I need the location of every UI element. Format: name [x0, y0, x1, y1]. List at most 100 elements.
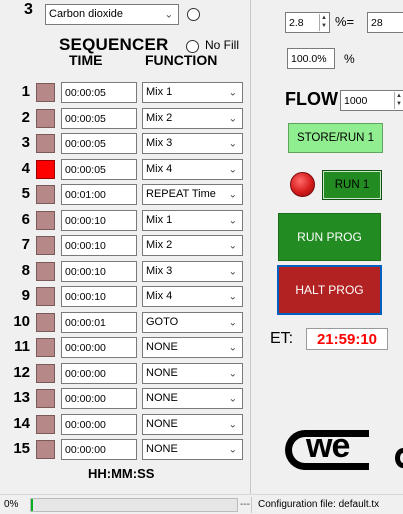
- row-function-select[interactable]: REPEAT Time ⌄: [142, 184, 243, 205]
- row-time-value: 00:01:00: [65, 188, 106, 201]
- flow-input-value: 1000: [344, 94, 368, 107]
- row-function-select[interactable]: Mix 3 ⌄: [142, 133, 243, 154]
- row-time-input[interactable]: 00:00:00: [61, 363, 137, 384]
- row-time-input[interactable]: 00:00:10: [61, 210, 137, 231]
- row-status-swatch[interactable]: [36, 83, 55, 102]
- et-label: ET:: [270, 330, 294, 347]
- run-prog-button[interactable]: RUN PROG: [278, 213, 381, 261]
- halt-prog-label: HALT PROG: [295, 283, 364, 297]
- chevron-down-icon: ⌄: [228, 342, 237, 353]
- chevron-down-icon: ⌄: [228, 291, 237, 302]
- row-status-swatch[interactable]: [36, 262, 55, 281]
- row-function-select[interactable]: Mix 1 ⌄: [142, 210, 243, 231]
- run1-button[interactable]: RUN 1: [322, 170, 382, 200]
- run1-label: RUN 1: [334, 179, 370, 191]
- row-function-value: Mix 4: [146, 163, 173, 175]
- chevron-down-icon: ⌄: [228, 113, 237, 124]
- row-time-input[interactable]: 00:00:01: [61, 312, 137, 333]
- row-time-value: 00:00:00: [65, 392, 106, 405]
- row-time-value: 00:00:10: [65, 214, 106, 227]
- flow-input[interactable]: 1000 ▲ ▼: [340, 90, 403, 111]
- chevron-down-icon: ⌄: [228, 87, 237, 98]
- row-function-select[interactable]: NONE ⌄: [142, 388, 243, 409]
- halt-prog-button[interactable]: HALT PROG: [277, 265, 382, 315]
- row-time-input[interactable]: 00:00:05: [61, 108, 137, 129]
- row-function-value: Mix 1: [146, 214, 173, 226]
- row-time-value: 00:00:00: [65, 443, 106, 456]
- percent-field[interactable]: 100.0%: [287, 48, 335, 69]
- row-function-select[interactable]: Mix 4 ⌄: [142, 159, 243, 180]
- row-function-select[interactable]: Mix 2 ⌄: [142, 108, 243, 129]
- row-time-input[interactable]: 00:00:10: [61, 261, 137, 282]
- gas-radio[interactable]: [187, 8, 200, 21]
- chevron-down-icon: ⌄: [228, 368, 237, 379]
- no-fill-label: No Fill: [205, 38, 240, 52]
- value-spinner[interactable]: 2.8 ▲ ▼: [285, 12, 330, 33]
- row-status-swatch[interactable]: [36, 160, 55, 179]
- gas-select[interactable]: Carbon dioxide ⌄: [45, 4, 179, 25]
- row-time-value: 00:00:00: [65, 341, 106, 354]
- row-status-swatch[interactable]: [36, 338, 55, 357]
- row-number: 8: [21, 262, 30, 279]
- row-number: 14: [13, 415, 30, 432]
- row-status-swatch[interactable]: [36, 364, 55, 383]
- flow-spinner-icon[interactable]: ▲ ▼: [394, 92, 403, 109]
- chevron-down-icon: ⌄: [228, 215, 237, 226]
- row-number: 3: [21, 134, 30, 151]
- row-function-value: NONE: [146, 367, 178, 379]
- row-function-select[interactable]: Mix 1 ⌄: [142, 82, 243, 103]
- store-run-button[interactable]: STORE/RUN 1: [288, 123, 383, 153]
- run-prog-label: RUN PROG: [297, 230, 362, 244]
- row-time-input[interactable]: 00:00:05: [61, 133, 137, 154]
- row-function-value: Mix 2: [146, 239, 173, 251]
- row-function-value: Mix 3: [146, 137, 173, 149]
- logo-text: we: [306, 428, 350, 465]
- chevron-down-icon: ⌄: [228, 164, 237, 175]
- time-header: TIME: [69, 52, 103, 68]
- row-number: 6: [21, 211, 30, 228]
- chevron-down-icon: ⌄: [228, 393, 237, 404]
- row-status-swatch[interactable]: [36, 415, 55, 434]
- row-status-swatch[interactable]: [36, 389, 55, 408]
- row-function-select[interactable]: NONE ⌄: [142, 337, 243, 358]
- row-function-select[interactable]: Mix 2 ⌄: [142, 235, 243, 256]
- logo-partial-letter: [395, 448, 403, 468]
- row-function-select[interactable]: GOTO ⌄: [142, 312, 243, 333]
- row-time-input[interactable]: 00:00:05: [61, 159, 137, 180]
- row-function-select[interactable]: NONE ⌄: [142, 439, 243, 460]
- row-time-input[interactable]: 00:00:05: [61, 82, 137, 103]
- row-time-input[interactable]: 00:00:00: [61, 439, 137, 460]
- row-time-input[interactable]: 00:01:00: [61, 184, 137, 205]
- row-status-swatch[interactable]: [36, 313, 55, 332]
- row-number: 9: [21, 287, 30, 304]
- row-status-swatch[interactable]: [36, 109, 55, 128]
- status-bar: 0% --- Configuration file: default.tx: [0, 494, 403, 514]
- row-status-swatch[interactable]: [36, 185, 55, 204]
- row-function-select[interactable]: NONE ⌄: [142, 363, 243, 384]
- row-function-select[interactable]: NONE ⌄: [142, 414, 243, 435]
- progress-text: 0%: [4, 499, 19, 510]
- row-time-input[interactable]: 00:00:10: [61, 235, 137, 256]
- value-spinner-value: 2.8: [289, 16, 304, 29]
- row-time-input[interactable]: 00:00:00: [61, 388, 137, 409]
- row-time-input[interactable]: 00:00:00: [61, 414, 137, 435]
- row-time-input[interactable]: 00:00:00: [61, 337, 137, 358]
- row-number: 12: [13, 364, 30, 381]
- spinner-arrows-icon[interactable]: ▲ ▼: [319, 14, 328, 31]
- row-time-input[interactable]: 00:00:10: [61, 286, 137, 307]
- value-right-field[interactable]: 28: [367, 12, 403, 33]
- row-status-swatch[interactable]: [36, 211, 55, 230]
- config-file-text: Configuration file: default.tx: [258, 499, 380, 510]
- row-time-value: 00:00:05: [65, 86, 106, 99]
- row-status-swatch[interactable]: [36, 134, 55, 153]
- row-time-value: 00:00:05: [65, 163, 106, 176]
- row-function-value: NONE: [146, 443, 178, 455]
- row-function-select[interactable]: Mix 3 ⌄: [142, 261, 243, 282]
- row-status-swatch[interactable]: [36, 236, 55, 255]
- et-value-box: 21:59:10: [306, 328, 388, 350]
- row-function-select[interactable]: Mix 4 ⌄: [142, 286, 243, 307]
- row-function-value: REPEAT Time: [146, 188, 216, 200]
- row-status-swatch[interactable]: [36, 440, 55, 459]
- percent-field-value: 100.0%: [291, 52, 327, 65]
- row-status-swatch[interactable]: [36, 287, 55, 306]
